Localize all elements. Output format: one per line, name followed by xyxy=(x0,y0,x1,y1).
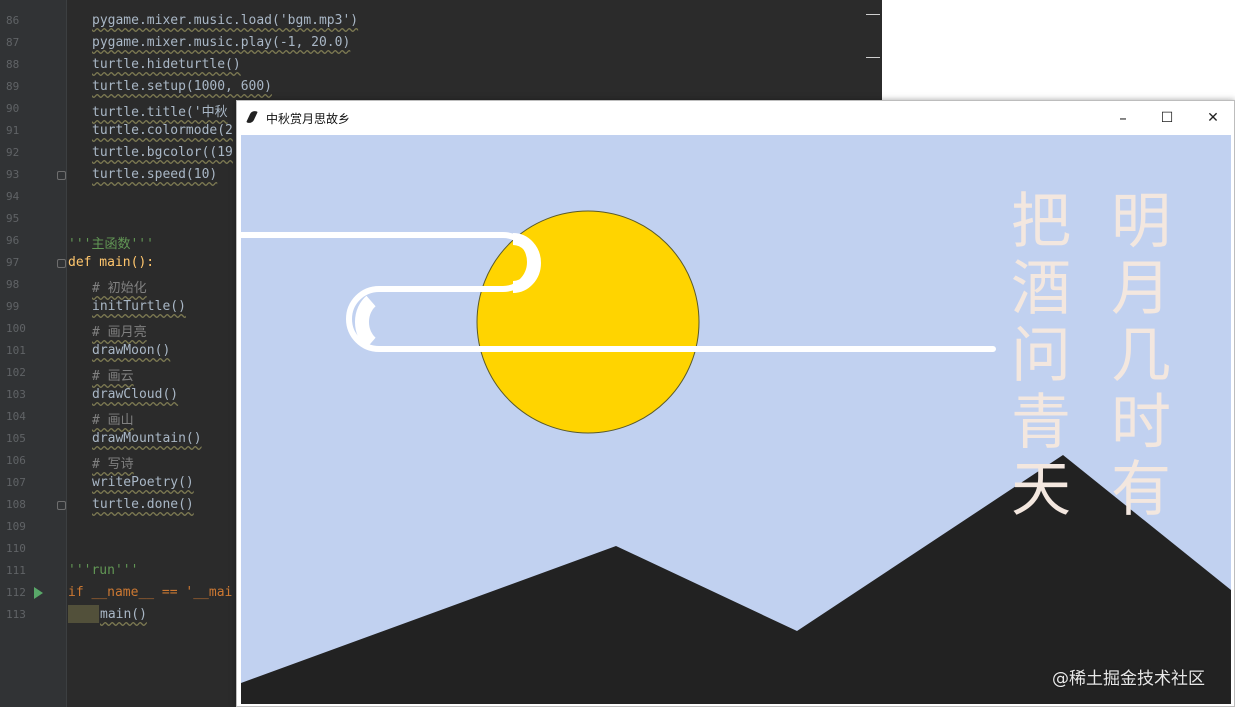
code-line: # 写诗 xyxy=(92,457,134,472)
poem-char: 天 xyxy=(1011,455,1071,525)
line-number: 109 xyxy=(6,520,26,533)
line-number: 112 xyxy=(6,586,26,599)
code-line: main() xyxy=(100,607,147,622)
maximize-button[interactable]: ☐ xyxy=(1144,101,1190,135)
line-number: 103 xyxy=(6,388,26,401)
line-number: 97 xyxy=(6,256,20,269)
line-number: 92 xyxy=(6,146,20,159)
line-number: 93 xyxy=(6,168,20,181)
line-number: 87 xyxy=(6,36,20,49)
turtle-canvas: 明 月 几 时 有 把 酒 问 青 天 xyxy=(241,135,1231,704)
line-number: 101 xyxy=(6,344,26,357)
code-line: turtle.bgcolor((19 xyxy=(92,145,233,160)
turtle-window[interactable]: 中秋赏月思故乡 – ☐ ✕ 明 月 几 时 有 把 酒 问 青 天 xyxy=(236,100,1235,707)
code-line: def main(): xyxy=(68,255,155,270)
code-line: # 画云 xyxy=(92,369,134,384)
code-line: pygame.mixer.music.play(-1, 20.0) xyxy=(92,35,351,50)
fold-marker[interactable] xyxy=(57,171,66,180)
poem-char: 把 xyxy=(1011,187,1071,257)
line-number: 91 xyxy=(6,124,20,137)
code-line: # 画山 xyxy=(92,413,134,428)
close-button[interactable]: ✕ xyxy=(1190,101,1235,135)
line-number: 88 xyxy=(6,58,20,71)
line-number: 96 xyxy=(6,234,20,247)
line-number: 86 xyxy=(6,14,20,27)
watermark: @稀土掘金技术社区 xyxy=(1052,669,1205,689)
code-line: # 初始化 xyxy=(92,281,147,296)
poem-char: 酒 xyxy=(1011,254,1071,324)
line-number: 94 xyxy=(6,190,20,203)
poem-column-right: 明 月 几 时 有 xyxy=(1111,187,1171,525)
line-number: 110 xyxy=(6,542,26,555)
window-title: 中秋赏月思故乡 xyxy=(266,112,351,126)
code-line: # 画月亮 xyxy=(92,325,147,340)
line-number: 108 xyxy=(6,498,26,511)
line-number: 100 xyxy=(6,322,26,335)
code-line: '''run''' xyxy=(68,563,139,578)
line-number: 99 xyxy=(6,300,20,313)
line-number: 111 xyxy=(6,564,26,577)
window-titlebar[interactable]: 中秋赏月思故乡 – ☐ ✕ xyxy=(237,101,1234,135)
code-line: turtle.done() xyxy=(92,497,194,512)
scene-svg: 明 月 几 时 有 把 酒 问 青 天 xyxy=(241,135,1231,704)
poem-char: 几 xyxy=(1111,321,1171,391)
code-line: if __name__ == '__mai xyxy=(68,585,233,600)
line-number: 104 xyxy=(6,410,26,423)
code-line: turtle.hideturtle() xyxy=(92,57,241,72)
code-line: drawCloud() xyxy=(92,387,179,402)
line-number: 102 xyxy=(6,366,26,379)
poem-char: 青 xyxy=(1011,388,1071,458)
line-number: 105 xyxy=(6,432,26,445)
line-number: 98 xyxy=(6,278,20,291)
line-number: 106 xyxy=(6,454,26,467)
line-number: 107 xyxy=(6,476,26,489)
fold-marker[interactable] xyxy=(57,501,66,510)
line-number: 95 xyxy=(6,212,20,225)
code-line: turtle.speed(10) xyxy=(92,167,218,182)
poem-char: 时 xyxy=(1111,388,1171,458)
code-line: turtle.setup(1000, 600) xyxy=(92,79,273,94)
line-number: 90 xyxy=(6,102,20,115)
poem-char: 明 xyxy=(1111,187,1171,257)
line-number: 89 xyxy=(6,80,20,93)
code-line: turtle.colormode(2 xyxy=(92,123,233,138)
fold-marker[interactable] xyxy=(57,259,66,268)
poem-char: 有 xyxy=(1111,455,1171,525)
code-line: pygame.mixer.music.load('bgm.mp3') xyxy=(92,13,359,28)
code-line: '''主函数''' xyxy=(68,237,154,252)
code-line: turtle.title('中秋 xyxy=(92,105,228,120)
poem-char: 问 xyxy=(1011,321,1071,391)
code-line: drawMoon() xyxy=(92,343,171,358)
caret-highlight xyxy=(68,605,99,623)
scroll-marker xyxy=(866,57,880,58)
minimize-button[interactable]: – xyxy=(1100,101,1146,135)
code-line: drawMountain() xyxy=(92,431,202,446)
moon xyxy=(476,210,700,434)
poem-char: 月 xyxy=(1111,254,1171,324)
poem-column-left: 把 酒 问 青 天 xyxy=(1011,187,1071,525)
feather-icon xyxy=(246,109,258,125)
code-line: initTurtle() xyxy=(92,299,186,314)
scroll-marker xyxy=(866,14,880,15)
line-number: 113 xyxy=(6,608,26,621)
code-line: writePoetry() xyxy=(92,475,194,490)
